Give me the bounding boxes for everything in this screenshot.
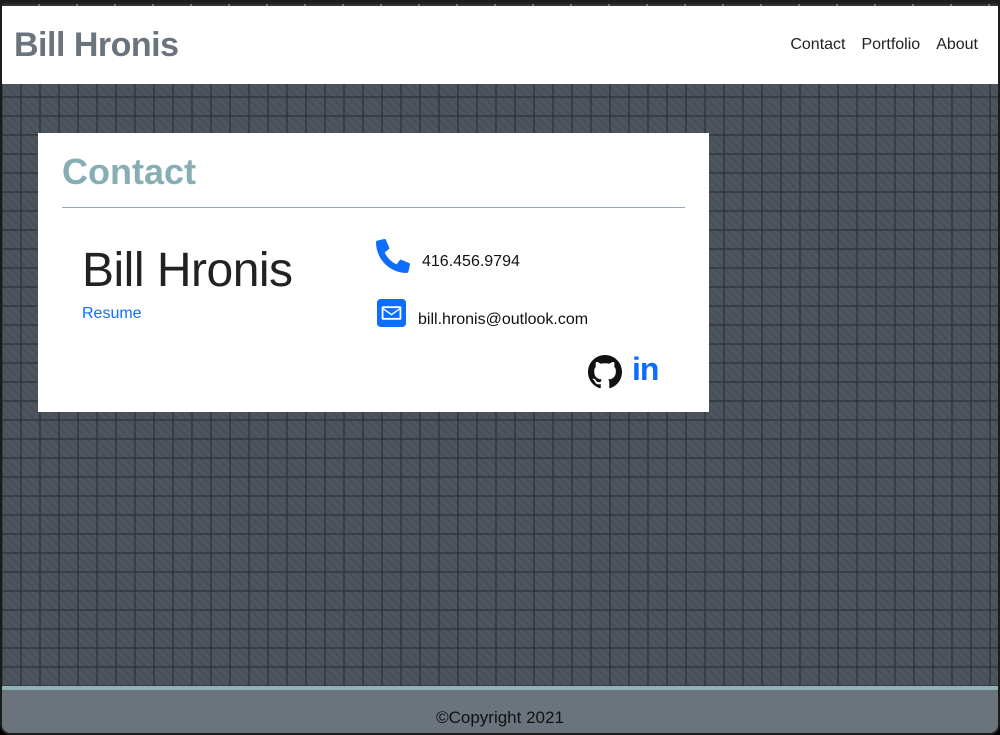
phone-number: 416.456.9794 <box>422 253 520 270</box>
top-border <box>2 4 998 6</box>
site-footer: ©Copyright 2021 <box>2 686 998 733</box>
nav-portfolio[interactable]: Portfolio <box>861 36 920 54</box>
contact-card: Contact Bill Hronis Resume 416.456.9794 … <box>38 133 709 412</box>
phone-icon <box>376 239 410 273</box>
nav-about[interactable]: About <box>936 36 978 54</box>
linkedin-icon[interactable]: in <box>632 351 659 388</box>
nav-contact[interactable]: Contact <box>790 36 845 54</box>
site-header: Bill Hronis Contact Portfolio About <box>2 2 998 84</box>
card-title: Contact <box>62 151 196 192</box>
copyright-text: ©Copyright 2021 <box>436 708 564 727</box>
envelope-icon <box>377 299 406 327</box>
contact-name: Bill Hronis <box>82 244 293 297</box>
site-brand[interactable]: Bill Hronis <box>14 26 179 65</box>
page: Bill Hronis Contact Portfolio About Cont… <box>0 0 1000 735</box>
resume-link[interactable]: Resume <box>82 305 142 323</box>
github-icon[interactable] <box>588 355 622 389</box>
title-divider <box>62 207 685 208</box>
email-address: bill.hronis@outlook.com <box>418 311 589 328</box>
main-nav: Contact Portfolio About <box>790 36 978 54</box>
